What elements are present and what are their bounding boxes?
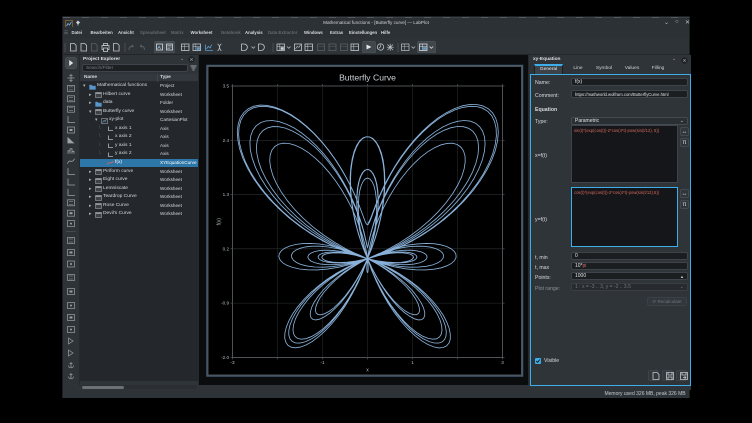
svg-text:-2.0: -2.0 (221, 355, 229, 360)
svg-text:1.3: 1.3 (223, 192, 230, 197)
svg-text:2.4: 2.4 (223, 138, 230, 143)
svg-text:0.2: 0.2 (223, 246, 230, 251)
svg-text:-0.9: -0.9 (221, 301, 229, 306)
svg-text:f(x): f(x) (217, 218, 223, 226)
svg-text:3.5: 3.5 (223, 84, 230, 89)
svg-text:3: 3 (501, 360, 504, 365)
svg-text:-3: -3 (230, 360, 235, 365)
svg-text:-1: -1 (320, 360, 325, 365)
svg-text:Butterfly Curve: Butterfly Curve (339, 73, 396, 83)
svg-text:1: 1 (411, 360, 414, 365)
